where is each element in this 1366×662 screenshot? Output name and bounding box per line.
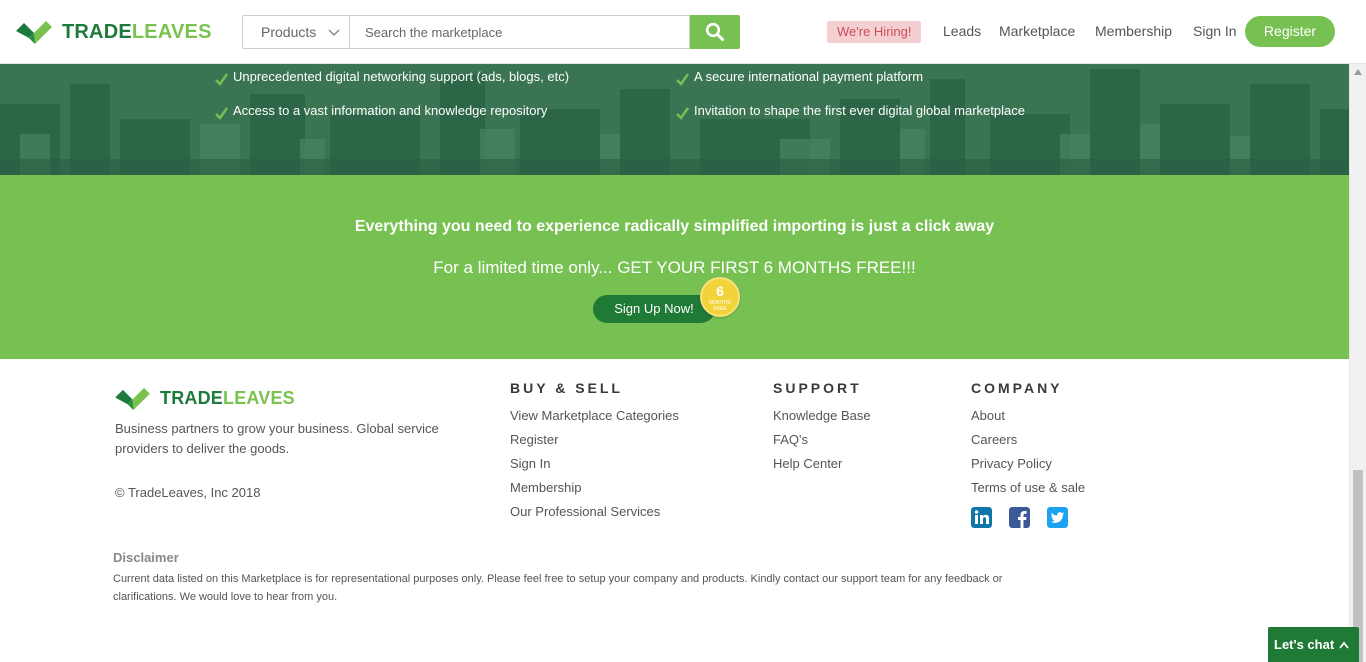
feature-item: Invitation to shape the first ever digit… [675,103,1025,120]
logo-text-trade: TRADE [62,20,132,43]
feature-text: Unprecedented digital networking support… [233,69,570,84]
footer-tagline: Business partners to grow your business.… [115,421,439,456]
search-bar: Products [242,15,740,49]
footer-link-help-center[interactable]: Help Center [773,456,842,471]
footer-column-title-company: COMPANY [971,380,1063,396]
register-button[interactable]: Register [1245,16,1335,47]
twitter-icon[interactable] [1047,507,1068,528]
chat-label: Let's chat [1274,637,1335,652]
feature-text: Invitation to shape the first ever digit… [694,103,1025,118]
nav-leads[interactable]: Leads [943,23,981,39]
feature-text: Access to a vast information and knowled… [233,103,548,118]
chevron-up-icon [1339,641,1349,649]
six-months-free-badge: 6 MONTHS FREE [700,277,740,317]
logo-wordmark: TRADELEAVES [62,21,212,44]
lets-chat-button[interactable]: Let's chat [1268,627,1359,662]
badge-number: 6 [716,283,724,299]
category-select-value: Products [261,24,317,40]
disclaimer-title: Disclaimer [113,550,179,565]
leaf-logo-icon [115,387,150,411]
linkedin-icon[interactable] [971,507,992,528]
cta-heading: Everything you need to experience radica… [354,218,995,235]
facebook-icon[interactable] [1009,507,1030,528]
page: TRADELEAVES Products We're Hiring! Leads… [0,0,1366,662]
footer-logo[interactable]: TRADELEAVES [115,386,295,411]
logo-text-leaves: LEAVES [223,388,295,408]
feature-item: Unprecedented digital networking support… [214,69,570,86]
footer-link-faqs[interactable]: FAQ's [773,432,808,447]
feature-item: A secure international payment platform [675,69,924,86]
nav-sign-in[interactable]: Sign In [1193,23,1237,39]
checkmark-icon [215,73,228,86]
checkmark-icon [215,107,228,120]
page-scrollbar[interactable] [1349,64,1366,662]
chevron-down-icon [328,29,340,36]
footer-link-careers[interactable]: Careers [971,432,1017,447]
feature-text: A secure international payment platform [694,69,924,84]
footer-link-terms[interactable]: Terms of use & sale [971,480,1085,495]
brand-logo[interactable]: TRADELEAVES [16,19,212,45]
disclaimer-text: Current data listed on this Marketplace … [113,573,1003,603]
nav-marketplace[interactable]: Marketplace [999,23,1075,39]
cta-offer: For a limited time only... GET YOUR FIRS… [433,258,916,277]
search-input[interactable] [349,15,690,49]
copyright: © TradeLeaves, Inc 2018 [115,485,261,500]
footer-link-view-marketplace-categories[interactable]: View Marketplace Categories [510,408,679,423]
footer-link-sign-in[interactable]: Sign In [510,456,550,471]
hero-banner: Unprecedented digital networking support… [0,64,1366,175]
logo-text-leaves: LEAVES [131,20,212,43]
scroll-up-arrow-icon[interactable] [1353,68,1363,76]
footer-link-register[interactable]: Register [510,432,558,447]
logo-text-trade: TRADE [160,388,223,408]
hiring-badge[interactable]: We're Hiring! [827,21,922,43]
footer-column-title-buy-sell: BUY & SELL [510,380,623,396]
footer-link-knowledge-base[interactable]: Knowledge Base [773,408,871,423]
nav-membership[interactable]: Membership [1095,23,1172,39]
footer-link-professional-services[interactable]: Our Professional Services [510,504,660,519]
badge-text: MONTHS FREE [709,300,731,312]
top-header: TRADELEAVES Products We're Hiring! Leads… [0,0,1366,64]
search-icon [705,22,724,41]
footer-link-membership[interactable]: Membership [510,480,582,495]
footer: TRADELEAVES Business partners to grow yo… [0,359,1349,662]
sign-up-button[interactable]: Sign Up Now! [593,295,715,323]
footer-link-privacy-policy[interactable]: Privacy Policy [971,456,1052,471]
search-button[interactable] [690,15,740,49]
footer-column-title-support: SUPPORT [773,380,862,396]
checkmark-icon [676,73,689,86]
leaf-logo-icon [16,21,52,44]
feature-item: Access to a vast information and knowled… [214,103,548,120]
footer-link-about[interactable]: About [971,408,1005,423]
checkmark-icon [676,107,689,120]
cta-banner: Everything you need to experience radica… [0,175,1349,359]
category-select[interactable]: Products [242,15,349,49]
logo-wordmark: TRADELEAVES [160,388,295,409]
